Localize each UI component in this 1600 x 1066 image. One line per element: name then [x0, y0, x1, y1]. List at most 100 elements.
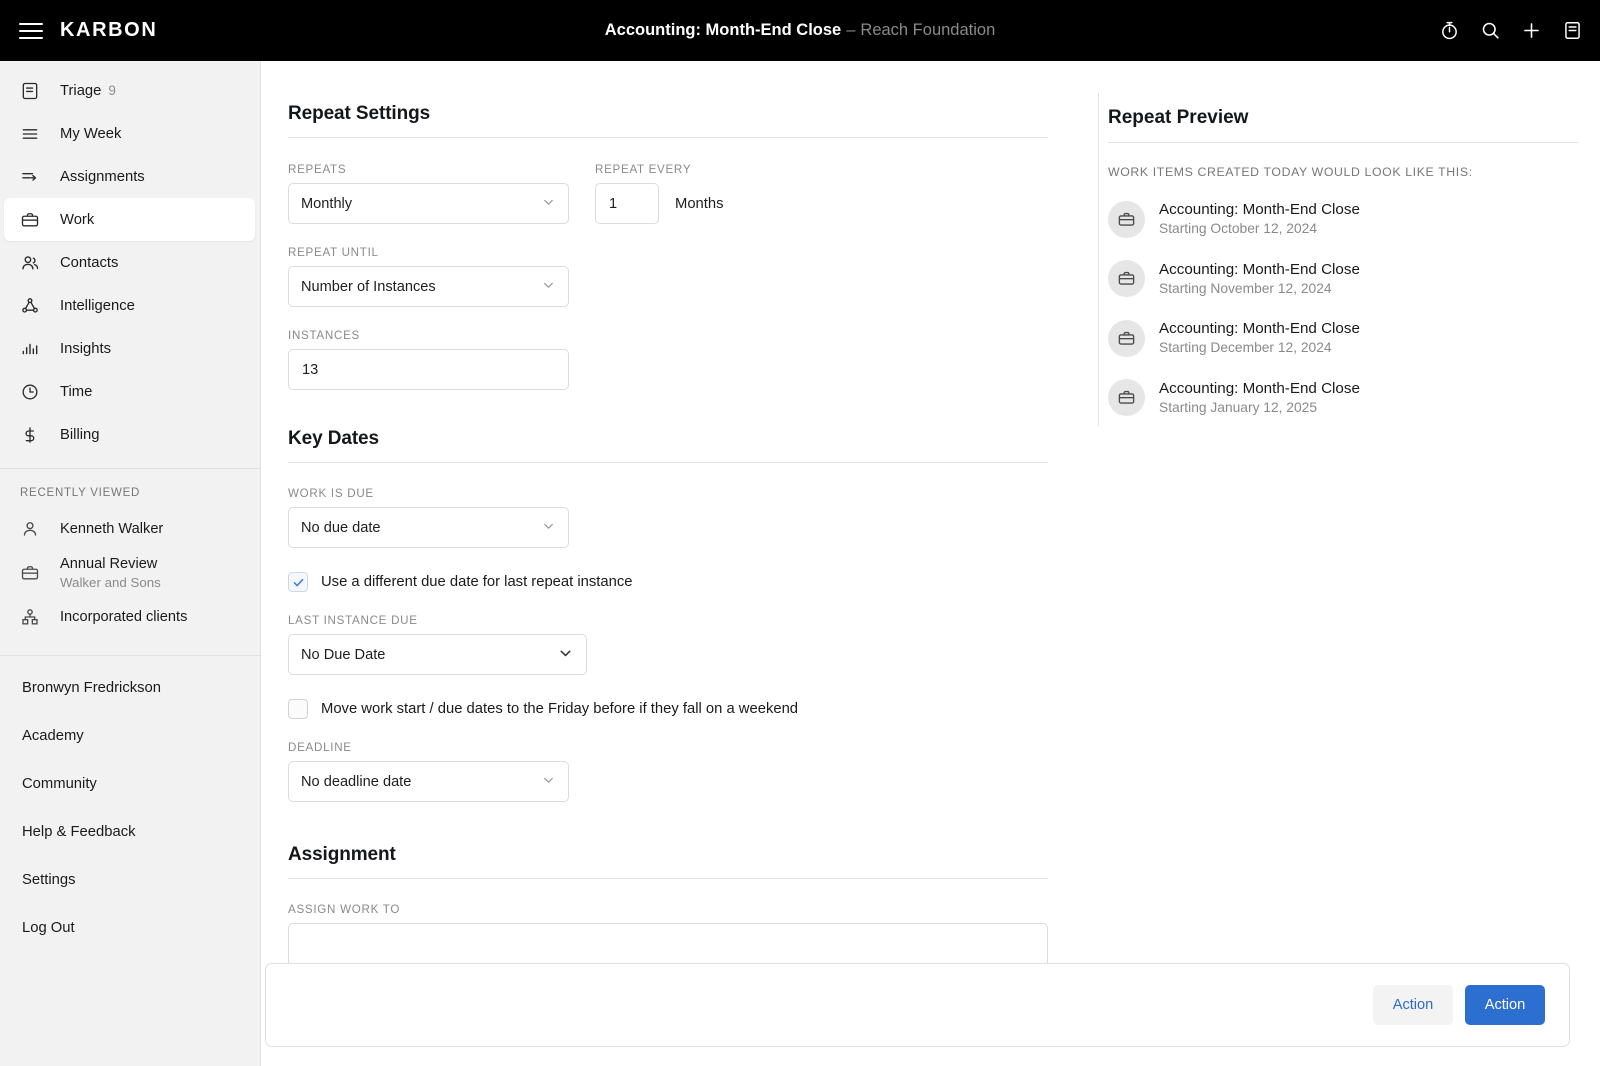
sidebar-item-label: Contacts [60, 254, 119, 271]
sidebar-item-label: Billing [60, 426, 100, 443]
sidebar-item-label: Time [60, 383, 93, 400]
different-due-date-row[interactable]: Use a different due date for last repeat… [288, 572, 1048, 592]
preview-item-date: Starting January 12, 2025 [1159, 399, 1318, 415]
page-title-sub: Reach Foundation [860, 21, 996, 39]
main-content: Repeat Settings REPEATS Monthly REPEAT E… [262, 61, 1600, 1066]
deadline-field: DEADLINE No deadline date [288, 741, 569, 802]
clock-icon [20, 381, 46, 403]
weekend-shift-label: Move work start / due dates to the Frida… [321, 701, 799, 717]
preview-item-name: Accounting: Month-End Close [1159, 320, 1360, 338]
sidebar-item-log-out[interactable]: Log Out [0, 904, 260, 952]
repeat-until-label: REPEAT UNTIL [288, 246, 379, 259]
section-rule [288, 462, 1048, 463]
secondary-action-button[interactable]: Action [1373, 985, 1453, 1025]
recently-viewed-title: Kenneth Walker [60, 520, 164, 537]
preview-item[interactable]: Accounting: Month-End Close Starting Jan… [1108, 379, 1578, 418]
briefcase-icon [1108, 379, 1145, 417]
app-brand: KARBON [60, 19, 158, 41]
preview-rule [1108, 142, 1578, 143]
sidebar: Triage 9 My Week Assignments Work Contac… [0, 61, 261, 1066]
preview-item-name: Accounting: Month-End Close [1159, 201, 1360, 218]
sidebar-item-my-week[interactable]: My Week [0, 112, 260, 155]
sidebar-item-insights[interactable]: Insights [0, 327, 260, 370]
sidebar-item-assignments[interactable]: Assignments [0, 155, 260, 198]
repeat-until-select[interactable]: Number of Instances [288, 266, 569, 307]
sidebar-item-work[interactable]: Work [4, 198, 255, 241]
assignment-title: Assignment [288, 844, 396, 865]
repeat-every-input[interactable]: 1 [595, 183, 659, 224]
briefcase-icon [20, 562, 46, 584]
preview-item-name: Accounting: Month-End Close [1159, 379, 1360, 397]
key-dates-title: Key Dates [288, 428, 379, 449]
hamburger-icon[interactable] [18, 21, 44, 41]
timer-icon[interactable] [1437, 19, 1461, 43]
weekend-shift-row[interactable]: Move work start / due dates to the Frida… [288, 699, 1048, 719]
section-rule [288, 878, 1048, 879]
sidebar-footer-links: Bronwyn Fredrickson Academy Community He… [0, 656, 260, 952]
settings-form: Repeat Settings REPEATS Monthly REPEAT E… [288, 61, 1048, 1013]
repeat-preview-caption: WORK ITEMS CREATED TODAY WOULD LOOK LIKE… [1108, 165, 1473, 179]
recently-viewed-item-incorporated-clients[interactable]: Incorporated clients [0, 595, 260, 639]
sidebar-item-help-feedback[interactable]: Help & Feedback [0, 808, 260, 856]
sidebar-item-triage[interactable]: Triage 9 [0, 69, 260, 112]
different-due-date-checkbox[interactable] [288, 572, 308, 592]
preview-item[interactable]: Accounting: Month-End Close Starting Dec… [1108, 319, 1578, 358]
repeat-every-unit: Months [675, 195, 724, 212]
different-due-date-label: Use a different due date for last repeat… [321, 574, 633, 590]
deadline-label: DEADLINE [288, 741, 352, 754]
sidebar-item-contacts[interactable]: Contacts [0, 241, 260, 284]
sidebar-item-community[interactable]: Community [0, 760, 260, 808]
repeat-preview-title: Repeat Preview [1108, 107, 1249, 128]
work-is-due-select[interactable]: No due date [288, 507, 569, 548]
sidebar-item-label: Work [60, 211, 95, 228]
work-is-due-label: WORK IS DUE [288, 487, 374, 500]
instances-input[interactable]: 13 [288, 349, 569, 390]
dollar-icon [20, 424, 46, 446]
insights-icon [20, 338, 46, 360]
preview-item[interactable]: Accounting: Month-End Close Starting Oct… [1108, 200, 1578, 239]
primary-action-button[interactable]: Action [1465, 985, 1545, 1025]
sidebar-item-billing[interactable]: Billing [0, 413, 260, 456]
recently-viewed-title: Incorporated clients [60, 608, 188, 625]
assignments-icon [20, 166, 46, 188]
page-title-main: Accounting: Month-End Close [604, 21, 842, 39]
repeat-preview-panel: Repeat Preview WORK ITEMS CREATED TODAY … [1108, 61, 1578, 417]
instances-value: 13 [302, 361, 319, 378]
preview-item[interactable]: Accounting: Month-End Close Starting Nov… [1108, 260, 1578, 299]
repeat-settings-section: Repeat Settings REPEATS Monthly REPEAT E… [288, 103, 1048, 390]
sidebar-item-badge: 9 [108, 83, 116, 98]
sidebar-item-academy[interactable]: Academy [0, 712, 260, 760]
last-instance-due-select[interactable]: No Due Date [288, 634, 587, 675]
sidebar-item-label: Triage [60, 82, 102, 99]
repeat-until-value: Number of Instances [301, 278, 436, 295]
repeats-select[interactable]: Monthly [288, 183, 569, 224]
sidebar-item-label: Intelligence [60, 297, 135, 314]
instances-field: INSTANCES 13 [288, 329, 569, 390]
deadline-select[interactable]: No deadline date [288, 761, 569, 802]
sidebar-item-time[interactable]: Time [0, 370, 260, 413]
weekend-shift-checkbox[interactable] [288, 699, 308, 719]
sidebar-item-user-profile[interactable]: Bronwyn Fredrickson [0, 664, 260, 712]
preview-item-date: Starting November 12, 2024 [1159, 280, 1332, 296]
sidebar-item-label: Insights [60, 340, 111, 357]
repeat-every-value: 1 [609, 195, 618, 212]
section-rule [288, 137, 1048, 138]
search-icon[interactable] [1478, 19, 1502, 43]
recently-viewed-item-kenneth-walker[interactable]: Kenneth Walker [0, 507, 260, 551]
chevron-down-icon [541, 518, 556, 537]
top-bar: KARBON Accounting: Month-End Close – Rea… [0, 0, 1600, 61]
briefcase-icon [1108, 319, 1145, 357]
plus-icon[interactable] [1519, 19, 1543, 43]
action-footer-bar: Action Action [265, 963, 1570, 1047]
recently-viewed-item-annual-review[interactable]: Annual Review Walker and Sons [0, 551, 260, 595]
assign-work-to-label: ASSIGN WORK TO [288, 903, 401, 916]
deadline-value: No deadline date [301, 773, 412, 790]
recently-viewed-title: Annual Review [60, 555, 158, 572]
notes-icon[interactable] [1560, 19, 1584, 43]
sidebar-item-intelligence[interactable]: Intelligence [0, 284, 260, 327]
repeats-label: REPEATS [288, 163, 347, 176]
preview-item-name: Accounting: Month-End Close [1159, 260, 1360, 278]
sidebar-item-settings[interactable]: Settings [0, 856, 260, 904]
repeat-preview-list: Accounting: Month-End Close Starting Oct… [1108, 200, 1578, 417]
top-bar-actions [1437, 0, 1584, 61]
